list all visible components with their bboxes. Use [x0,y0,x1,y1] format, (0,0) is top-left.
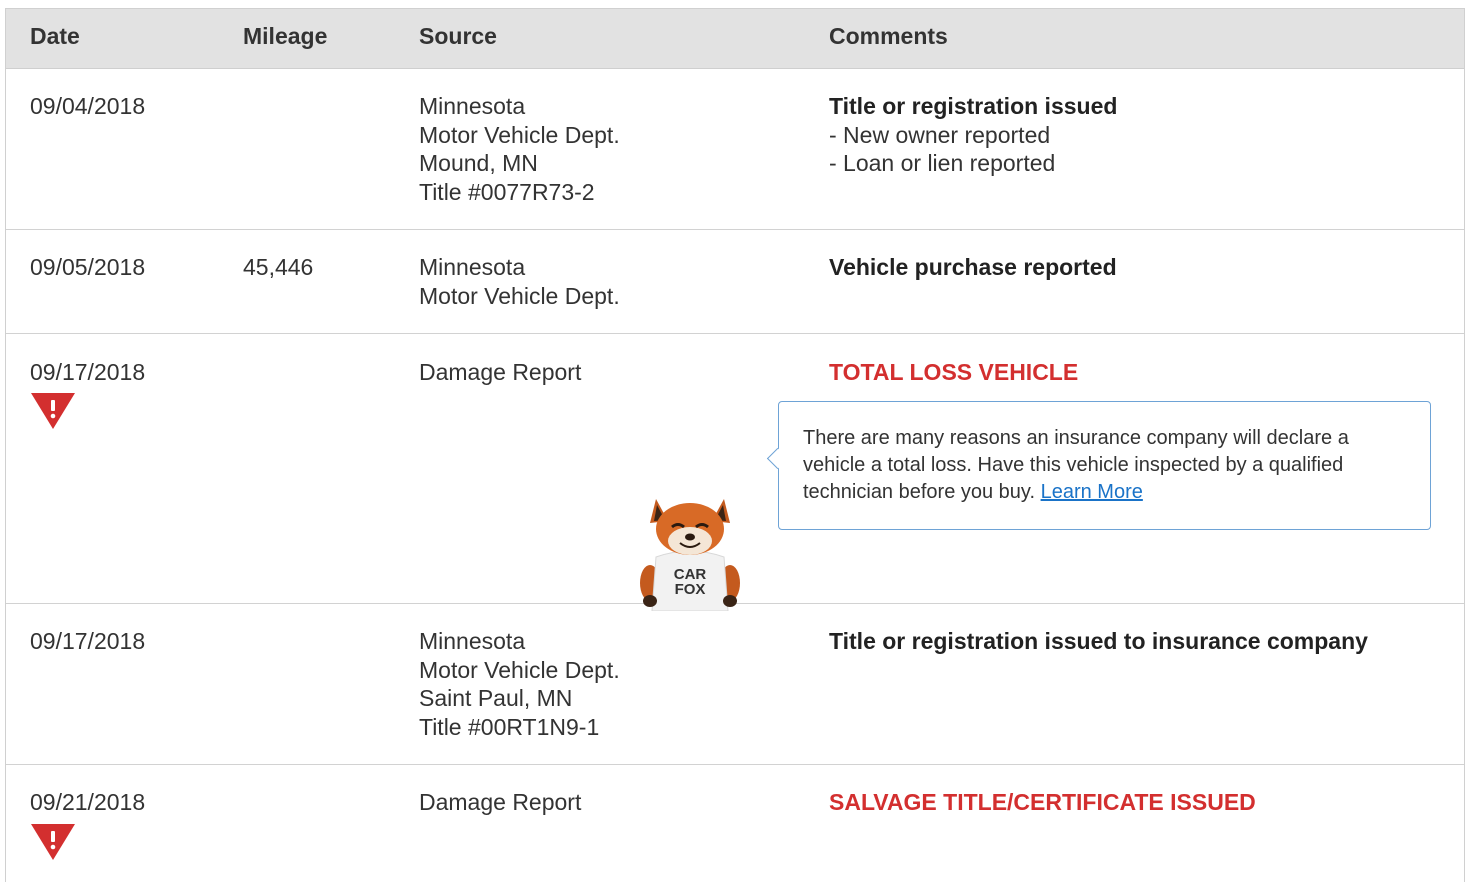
row-date: 09/17/2018 [30,628,146,654]
vehicle-history-table: Date Mileage Source Comments 09/04/2018 … [5,8,1465,882]
comment-title: Title or registration issued to insuranc… [829,628,1368,654]
total-loss-callout: There are many reasons an insurance comp… [778,401,1431,530]
mascot-shirt-text: FOX [675,581,706,598]
source-line: Minnesota [419,628,526,654]
row-comments: TOTAL LOSS VEHICLE [829,358,1078,387]
row-comments: SALVAGE TITLE/CERTIFICATE ISSUED [829,788,1256,817]
source-line: Minnesota [419,93,526,119]
comment-detail: - New owner reported [829,121,1051,148]
comment-detail: - Loan or lien reported [829,150,1056,176]
row-source: Damage Report [419,358,581,387]
source-line: Damage Report [419,359,582,385]
source-line: Title #0077R73-2 [419,178,595,205]
row-date: 09/17/2018 [30,359,146,385]
comment-title: Title or registration issued [829,93,1118,119]
row-comments: Vehicle purchase reported [829,253,1117,282]
source-line: Motor Vehicle Dept. [419,656,620,683]
callout-text: There are many reasons an insurance comp… [803,425,1403,506]
table-row: 09/05/2018 45,446 Minnesota Motor Vehicl… [6,230,1464,334]
comment-alert-title: TOTAL LOSS VEHICLE [829,359,1079,385]
warning-triangle-icon [31,824,75,860]
source-line: Motor Vehicle Dept. [419,282,620,309]
source-line: Motor Vehicle Dept. [419,121,620,148]
carfox-mascot: CAR FOX [640,499,740,611]
table-row: 09/04/2018 Minnesota Motor Vehicle Dept.… [6,69,1464,230]
source-line: Saint Paul, MN [419,685,573,711]
source-line: Damage Report [419,789,582,815]
row-source: Minnesota Motor Vehicle Dept. Mound, MN … [419,92,620,206]
table-row: 09/21/2018 Damage Report SALVAGE TITLE/C… [6,765,1464,885]
column-header-comments: Comments [829,23,948,49]
source-line: Minnesota [419,254,526,280]
table-header: Date Mileage Source Comments [6,9,1464,69]
column-header-source: Source [419,23,497,49]
row-source: Damage Report [419,788,581,817]
table-row: 09/17/2018 Minnesota Motor Vehicle Dept.… [6,604,1464,765]
row-date: 09/21/2018 [30,789,146,815]
comment-alert-title: SALVAGE TITLE/CERTIFICATE ISSUED [829,789,1256,815]
learn-more-link[interactable]: Learn More [1041,481,1143,503]
row-source: Minnesota Motor Vehicle Dept. Saint Paul… [419,627,620,741]
row-date: 09/05/2018 [30,254,146,280]
row-comments: Title or registration issued - New owner… [829,92,1117,178]
column-header-mileage: Mileage [243,23,328,49]
row-mileage: 45,446 [243,254,314,280]
source-line: Title #00RT1N9-1 [419,713,600,740]
warning-triangle-icon [31,393,75,429]
column-header-date: Date [30,23,80,49]
row-comments: Title or registration issued to insuranc… [829,627,1368,656]
comment-title: Vehicle purchase reported [829,254,1117,280]
row-source: Minnesota Motor Vehicle Dept. [419,253,620,310]
source-line: Mound, MN [419,150,538,176]
row-date: 09/04/2018 [30,93,146,119]
